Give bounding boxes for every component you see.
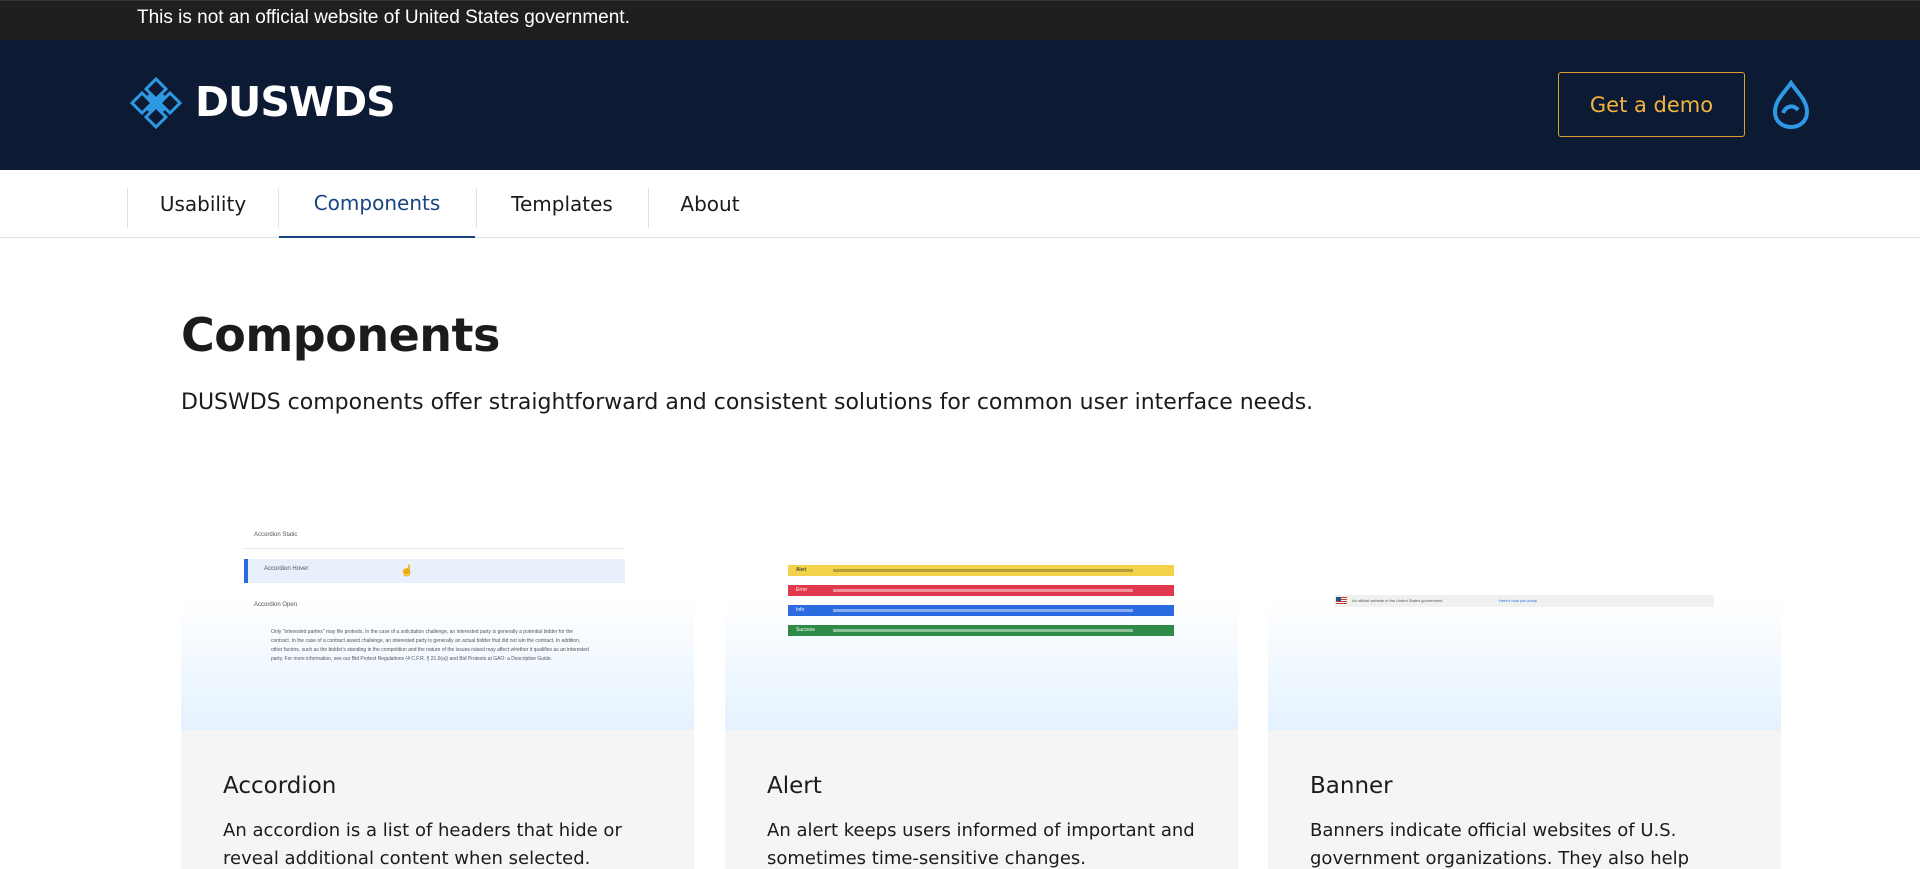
preview-alert-info: Info xyxy=(788,605,1174,616)
accordion-preview-image: Accordion Static Accordion Hover ☝ Accor… xyxy=(181,508,694,730)
card-description: An accordion is a list of headers that h… xyxy=(223,820,622,869)
preview-alert-warning: Alert xyxy=(788,565,1174,576)
preview-divider xyxy=(244,548,625,549)
card-title[interactable]: Banner xyxy=(1310,773,1393,799)
preview-accordion-body: Only "interested parties" may file prote… xyxy=(271,629,589,662)
card-description: Banners indicate official websites of U.… xyxy=(1310,820,1690,869)
gov-banner: This is not an official website of Unite… xyxy=(0,0,1920,40)
component-card-accordion[interactable]: Accordion Static Accordion Hover ☝ Accor… xyxy=(181,508,694,869)
component-card-alert[interactable]: Alert Error Info Success Alert An alert … xyxy=(725,508,1238,869)
card-title[interactable]: Alert xyxy=(767,773,822,799)
cursor-hand-icon: ☝ xyxy=(400,565,414,577)
component-card-banner[interactable]: An official website of the United States… xyxy=(1268,508,1781,869)
page-title: Components xyxy=(181,308,500,362)
alert-preview-image: Alert Error Info Success xyxy=(725,508,1238,730)
card-title[interactable]: Accordion xyxy=(223,773,336,799)
site-logo-text[interactable]: DUSWDS xyxy=(195,78,396,126)
nav-item-templates[interactable]: Templates xyxy=(477,170,647,238)
preview-alert-error: Error xyxy=(788,585,1174,596)
preview-gov-banner: An official website of the United States… xyxy=(1334,595,1714,607)
preview-alert-success: Success xyxy=(788,625,1174,636)
diamond-knot-icon xyxy=(129,76,183,130)
site-header: DUSWDS Get a demo xyxy=(0,40,1920,170)
get-a-demo-button[interactable]: Get a demo xyxy=(1558,72,1745,137)
us-flag-canton xyxy=(1336,597,1341,601)
gov-banner-text: This is not an official website of Unite… xyxy=(137,7,630,28)
preview-accordion-open: Accordion Open xyxy=(254,602,298,608)
page-intro: DUSWDS components offer straightforward … xyxy=(181,390,1314,415)
nav-item-components[interactable]: Components xyxy=(279,170,475,238)
drupal-drop-icon[interactable] xyxy=(1771,80,1811,130)
card-description: An alert keeps users informed of importa… xyxy=(767,820,1195,869)
preview-accordion-static: Accordion Static xyxy=(254,532,298,538)
preview-accordion-hover: Accordion Hover ☝ xyxy=(244,559,625,583)
nav-item-usability[interactable]: Usability xyxy=(128,170,278,238)
banner-preview-image: An official website of the United States… xyxy=(1268,508,1781,730)
nav-item-about[interactable]: About xyxy=(649,170,771,238)
primary-nav: Usability Components Templates About xyxy=(0,170,1920,238)
